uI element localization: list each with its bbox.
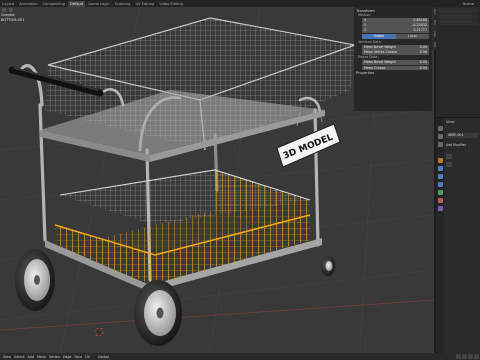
field-label: Mean Vertex Crease (364, 50, 398, 55)
axis-x-value: 0.65188 (413, 18, 427, 22)
add-modifier-dropdown[interactable]: Add Modifier (446, 143, 466, 147)
particles-icon[interactable] (437, 174, 443, 179)
mesh-data-icon[interactable] (437, 190, 443, 195)
properties-tab-strip (436, 118, 444, 354)
object-name-field[interactable]: WIRE.001 (446, 133, 478, 138)
menu-add[interactable]: Add (28, 355, 35, 359)
menu-uv[interactable]: UV (85, 355, 90, 359)
front-left-wheel (15, 249, 55, 311)
tab-default[interactable]: Default (68, 0, 86, 7)
edge-select-icon[interactable] (462, 354, 467, 359)
select-mode-icon[interactable] (9, 8, 13, 12)
3d-cursor (94, 327, 104, 337)
tab-compositing[interactable]: Compositing (41, 1, 68, 7)
menu-select[interactable]: Select (14, 355, 24, 359)
field-label: Mean Bevel Weight (364, 44, 396, 49)
back-caster-wheel (321, 256, 335, 276)
tab-layout[interactable]: Layout (0, 1, 16, 7)
median-x-field[interactable]: X 0.65188 (362, 18, 429, 23)
field-value: 0.00 (419, 44, 427, 49)
scene-selector[interactable]: Scene (463, 2, 474, 6)
front-right-wheel (134, 280, 182, 346)
modifier-slot[interactable] (446, 154, 452, 159)
modifier-slot[interactable] (446, 162, 452, 167)
render-icon[interactable] (437, 134, 443, 139)
tab-animation[interactable]: Animation (17, 1, 39, 7)
field-label: Mean Bevel Weight (364, 60, 396, 65)
outliner-row[interactable] (438, 8, 478, 13)
bottom-wire-basket-selected (54, 169, 311, 285)
properties-section-header[interactable]: Properties (356, 71, 430, 76)
outliner-panel (436, 7, 480, 117)
tab-game-logic[interactable]: Game Logic (86, 1, 111, 7)
viewport-object-label: BOTTOM.001 (1, 18, 25, 22)
modifier-wrench-icon[interactable] (437, 166, 443, 171)
view-mode-icon[interactable] (2, 8, 6, 12)
view-menu[interactable]: View (446, 120, 455, 124)
edge-crease-field[interactable]: Mean Crease 0.00 (362, 65, 429, 71)
outliner-row[interactable] (438, 20, 478, 25)
viewport-header-bar: View Select Add Mesh Vertex Edge Face UV… (0, 353, 480, 360)
vertex-crease-field[interactable]: Mean Vertex Crease 0.00 (362, 50, 429, 55)
tool-icon[interactable] (437, 126, 443, 131)
workspace-tab-bar: Layout Animation Compositing Default Gam… (0, 0, 480, 7)
field-label: Mean Crease (364, 65, 386, 70)
field-value: 0.00 (419, 60, 427, 65)
tab-scripting[interactable]: Scripting (112, 1, 132, 7)
tab-video-editing[interactable]: Video Editing (157, 1, 185, 7)
transform-orientation-select[interactable]: Global (98, 355, 109, 359)
median-y-field[interactable]: Y -0.23432 (362, 23, 429, 28)
menu-view[interactable]: View (3, 355, 11, 359)
object-icon[interactable] (437, 158, 443, 163)
material-icon[interactable] (437, 198, 443, 203)
sidebar-n-panel: Transform Median: X 0.65188 Y -0.23432 Z… (354, 7, 432, 111)
outliner-row[interactable] (438, 14, 478, 19)
global-button[interactable]: Global (362, 33, 396, 39)
face-select-icon[interactable] (468, 354, 473, 359)
shading-icon[interactable] (474, 354, 479, 359)
viewport-info-text: Graphic BOTTOM.001 (1, 13, 25, 23)
menu-mesh[interactable]: Mesh (37, 355, 46, 359)
physics-icon[interactable] (437, 182, 443, 187)
axis-y-label: Y (364, 23, 367, 28)
field-value: 0.00 (419, 65, 427, 70)
median-z-field[interactable]: Z 0.21777 (362, 28, 429, 33)
axis-z-value: 0.21777 (413, 28, 427, 33)
field-value: 0.00 (419, 50, 427, 55)
axis-x-label: X (364, 18, 367, 22)
texture-icon[interactable] (437, 206, 443, 211)
axis-z-label: Z (364, 28, 367, 33)
global-local-toggle: Global Local (362, 33, 429, 39)
edge-bevel-weight-field[interactable]: Mean Bevel Weight 0.00 (362, 60, 429, 65)
tab-uv-editing[interactable]: UV Editing (133, 1, 156, 7)
properties-editor: View WIRE.001 Add Modifier (436, 117, 480, 354)
menu-edge[interactable]: Edge (63, 355, 72, 359)
menu-face[interactable]: Face (74, 355, 82, 359)
output-icon[interactable] (437, 142, 443, 147)
vertex-select-icon[interactable] (456, 354, 461, 359)
menu-vertex[interactable]: Vertex (49, 355, 60, 359)
axis-y-value: -0.23432 (412, 23, 427, 28)
vertex-bevel-weight-field[interactable]: Mean Bevel Weight 0.00 (362, 44, 429, 50)
local-button[interactable]: Local (395, 33, 429, 39)
